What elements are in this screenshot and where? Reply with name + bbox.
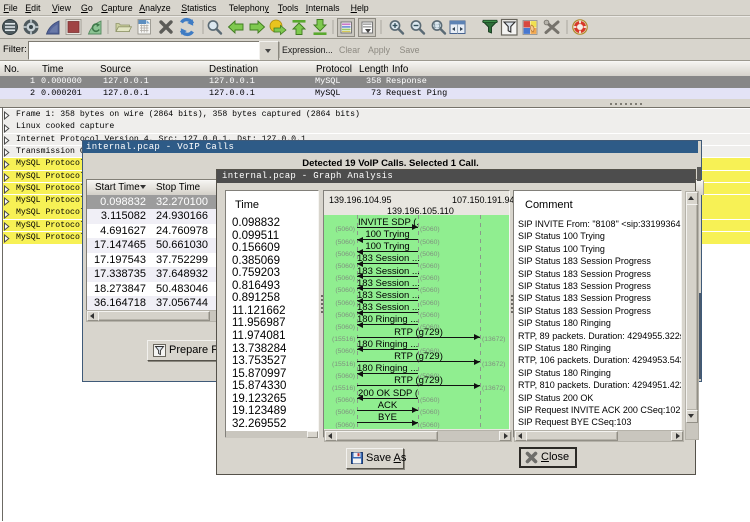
svg-text:1:1: 1:1 [433, 24, 441, 30]
